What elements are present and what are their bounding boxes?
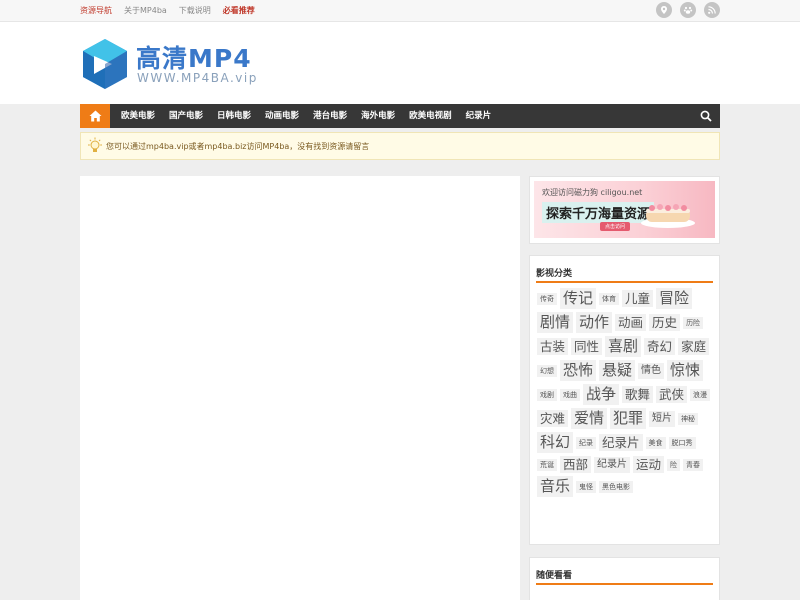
category-tag[interactable]: 纪录 [576,436,597,449]
category-tag[interactable]: 美食 [645,436,666,449]
social-icons [656,2,728,18]
category-tag[interactable]: 浪漫 [690,388,711,401]
category-tag[interactable]: 爱情 [571,408,608,429]
nav-item-documentary[interactable]: 纪录片 [459,104,499,128]
logo-title: 高清MP4 [136,44,252,73]
random-title: 随便看看 [536,571,573,581]
top-bar: 资源导航 关于MP4ba 下载说明 必看推荐 [0,0,800,22]
category-tag[interactable]: 犯罪 [610,408,647,429]
category-tag[interactable]: 神秘 [678,412,699,425]
lightbulb-icon [88,137,102,152]
category-tag[interactable]: 冒险 [656,288,693,309]
top-link-nav[interactable]: 资源导航 [80,5,112,16]
category-tag[interactable]: 西部 [560,456,592,473]
category-tag[interactable]: 黑色电影 [599,480,634,493]
title-underline [536,281,713,283]
cake-image [641,204,695,228]
category-tag[interactable]: 历史 [649,314,681,331]
ad-banner[interactable]: 欢迎访问磁力狗 ciligou.net 探索千万海量资源 点击访问 [534,181,715,238]
category-tag[interactable]: 鬼怪 [576,480,597,493]
top-links: 资源导航 关于MP4ba 下载说明 必看推荐 [80,5,267,16]
nav-item-hk-tw-movies[interactable]: 港台电影 [306,104,354,128]
nav-items: 欧美电影 国产电影 日韩电影 动画电影 港台电影 海外电影 欧美电视剧 纪录片 [114,104,498,128]
sidebar-categories-widget: 影视分类 传奇 传记 体育 儿童 冒险剧情 动作 动画 历史 历险古装 同性 喜剧 奇幻 家庭幻想 恐怖悬… [529,255,720,545]
category-tag[interactable]: 古装 [537,338,569,355]
category-tag[interactable]: 纪录片 [599,434,643,451]
category-tag[interactable]: 科幻 [537,432,574,453]
nav-item-western-movies[interactable]: 欧美电影 [114,104,162,128]
home-icon [89,110,101,122]
category-tag[interactable]: 纪录片 [594,456,631,473]
category-tag[interactable]: 戏曲 [560,388,580,401]
top-link-about[interactable]: 关于MP4ba [124,5,167,16]
paw-icon[interactable] [680,2,696,18]
category-tag[interactable]: 脱口秀 [668,436,696,449]
category-tag[interactable]: 传记 [560,288,597,309]
category-tag[interactable]: 惊悚 [667,360,704,381]
nav-item-western-tv[interactable]: 欧美电视剧 [402,104,459,128]
logo-mark-icon [83,39,127,89]
top-link-recommend[interactable]: 必看推荐 [223,5,255,16]
nav-item-overseas-movies[interactable]: 海外电影 [354,104,402,128]
nav-item-chinese-movies[interactable]: 国产电影 [162,104,210,128]
category-tag[interactable]: 儿童 [622,290,654,307]
category-tag-cloud: 传奇 传记 体育 儿童 冒险剧情 动作 动画 历史 历险古装 同性 喜剧 奇幻 家庭幻想 恐怖 悬疑 情色 惊悚… [537,288,715,500]
notice-bar: 您可以通过mp4ba.vip或者mp4ba.biz访问MP4ba，没有找到资源请… [80,132,720,160]
main-nav: 欧美电影 国产电影 日韩电影 动画电影 港台电影 海外电影 欧美电视剧 纪录片 [80,104,720,128]
category-tag[interactable]: 悬疑 [599,360,636,381]
category-tag[interactable]: 剧情 [537,312,574,333]
category-tag[interactable]: 戏剧 [537,388,557,401]
notice-text: 您可以通过mp4ba.vip或者mp4ba.biz访问MP4ba，没有找到资源请… [106,142,370,151]
ad-headline: 探索千万海量资源 [542,202,655,223]
nav-home-button[interactable] [80,104,110,128]
category-tag[interactable]: 喜剧 [605,336,642,357]
category-tag[interactable]: 运动 [633,456,665,473]
rss-icon[interactable] [704,2,720,18]
location-icon[interactable] [656,2,672,18]
categories-title: 影视分类 [536,269,573,279]
category-tag[interactable]: 战争 [583,384,620,405]
site-header: 高清MP4 WWW.MP4BA.vip [0,22,800,104]
category-tag[interactable]: 青春 [683,458,704,471]
category-tag[interactable]: 灾难 [537,410,569,427]
category-tag[interactable]: 奇幻 [644,338,676,355]
ad-visit-button[interactable]: 点击访问 [600,222,631,231]
sidebar-ad-widget: 欢迎访问磁力狗 ciligou.net 探索千万海量资源 点击访问 [529,176,720,244]
nav-item-japan-korea-movies[interactable]: 日韩电影 [210,104,258,128]
category-tag[interactable]: 歌舞 [622,386,654,403]
category-tag[interactable]: 险 [667,458,681,471]
ad-small-text: 欢迎访问磁力狗 ciligou.net [542,188,643,197]
logo-subtitle: WWW.MP4BA.vip [137,71,258,85]
category-tag[interactable]: 动作 [576,312,613,333]
category-tag[interactable]: 体育 [599,292,620,305]
category-tag[interactable]: 武侠 [656,386,688,403]
top-link-download-guide[interactable]: 下载说明 [179,5,211,16]
category-tag[interactable]: 同性 [571,338,603,355]
main-content [80,176,520,600]
site-logo[interactable]: 高清MP4 WWW.MP4BA.vip [82,36,262,92]
category-tag[interactable]: 情色 [638,362,665,379]
category-tag[interactable]: 历险 [683,316,704,329]
category-tag[interactable]: 动画 [615,314,647,331]
title-underline [536,583,713,585]
category-tag[interactable]: 传奇 [537,292,557,305]
sidebar-random-widget: 随便看看 [529,557,720,600]
search-icon[interactable] [700,110,712,122]
nav-item-animation-movies[interactable]: 动画电影 [258,104,306,128]
category-tag[interactable]: 家庭 [678,338,710,355]
category-tag[interactable]: 短片 [649,410,676,427]
category-tag[interactable]: 荒诞 [537,458,557,471]
category-tag[interactable]: 幻想 [537,364,557,377]
category-tag[interactable]: 音乐 [537,476,574,497]
category-tag[interactable]: 恐怖 [560,360,597,381]
